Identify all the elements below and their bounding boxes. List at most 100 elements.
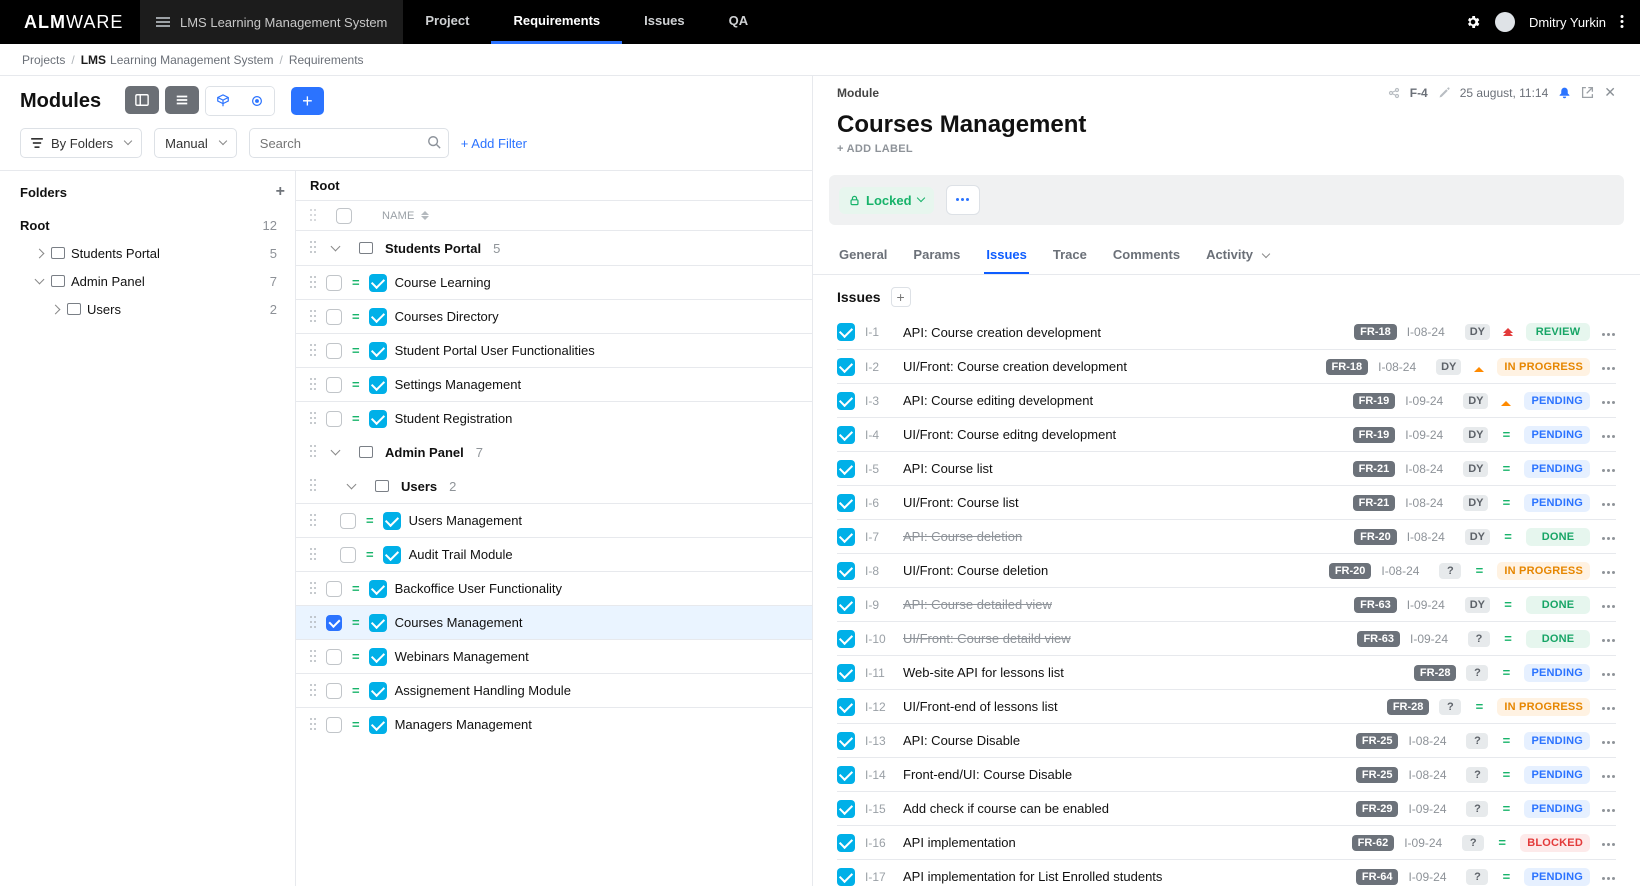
issue-assignee[interactable]: DY [1465, 529, 1490, 545]
issue-status[interactable]: PENDING [1524, 426, 1590, 444]
issue-more-button[interactable] [1602, 495, 1616, 510]
issue-row[interactable]: I-11Web-site API for lessons listFR-28?P… [837, 655, 1616, 689]
tree-row[interactable]: =Course Learning [296, 265, 812, 299]
issue-assignee[interactable]: DY [1463, 495, 1488, 511]
tab-comments[interactable]: Comments [1111, 237, 1182, 274]
issue-status[interactable]: DONE [1526, 630, 1590, 648]
issue-status[interactable]: IN PROGRESS [1497, 562, 1590, 580]
crumb-root[interactable]: Projects [22, 53, 65, 67]
issue-fr-chip[interactable]: FR-20 [1354, 529, 1397, 545]
tree-row[interactable]: =Student Registration [296, 401, 812, 435]
issue-more-button[interactable] [1602, 733, 1616, 748]
crumb-page[interactable]: Requirements [289, 53, 364, 67]
open-external-icon[interactable] [1581, 86, 1594, 99]
issue-fr-chip[interactable]: FR-25 [1356, 733, 1399, 749]
issue-status[interactable]: REVIEW [1526, 323, 1590, 341]
sidebar-item[interactable]: Admin Panel7 [20, 267, 285, 295]
drag-handle-icon[interactable] [310, 276, 316, 290]
issue-status[interactable]: PENDING [1524, 732, 1590, 750]
view-mode-select[interactable]: Manual [154, 128, 237, 158]
sort-icon[interactable] [421, 207, 429, 224]
pencil-icon[interactable] [1438, 87, 1450, 99]
issue-more-button[interactable] [1602, 461, 1616, 476]
issue-assignee[interactable]: ? [1439, 563, 1461, 579]
issue-more-button[interactable] [1602, 699, 1616, 714]
row-checkbox[interactable] [326, 411, 342, 427]
drag-handle-icon[interactable] [310, 582, 316, 596]
view-split-button[interactable] [125, 86, 159, 114]
tree-row[interactable]: =Users Management [296, 503, 812, 537]
issue-status[interactable]: PENDING [1524, 868, 1590, 886]
share-icon[interactable] [1388, 87, 1400, 99]
issue-more-button[interactable] [1602, 359, 1616, 374]
issue-fr-chip[interactable]: FR-19 [1353, 427, 1396, 443]
drag-handle-icon[interactable] [310, 684, 316, 698]
issue-more-button[interactable] [1602, 801, 1616, 816]
issue-status[interactable]: IN PROGRESS [1497, 698, 1590, 716]
issue-row[interactable]: I-6UI/Front: Course listFR-21I-08-24DYPE… [837, 485, 1616, 519]
select-all-checkbox[interactable] [336, 208, 352, 224]
tab-params[interactable]: Params [911, 237, 962, 274]
issue-status[interactable]: PENDING [1524, 460, 1590, 478]
issue-fr-chip[interactable]: FR-21 [1353, 495, 1396, 511]
close-icon[interactable]: ✕ [1604, 84, 1616, 101]
row-checkbox[interactable] [326, 343, 342, 359]
issue-status[interactable]: IN PROGRESS [1497, 358, 1590, 376]
issue-row[interactable]: I-3API: Course editing developmentFR-19I… [837, 383, 1616, 417]
crumb-project-sub[interactable]: Learning Management System [110, 53, 273, 67]
bell-icon[interactable] [1558, 86, 1571, 99]
row-checkbox[interactable] [326, 649, 342, 665]
logo[interactable]: ALMWARE [0, 12, 140, 33]
tab-activity[interactable]: Activity [1204, 237, 1271, 274]
sidebar-item[interactable]: Root12 [20, 211, 285, 239]
issue-fr-chip[interactable]: FR-21 [1353, 461, 1396, 477]
detail-more-button[interactable] [946, 185, 980, 215]
tree-row[interactable]: =Courses Management [296, 605, 812, 639]
issue-status[interactable]: PENDING [1524, 392, 1590, 410]
tree-row[interactable]: =Audit Trail Module [296, 537, 812, 571]
drag-handle-icon[interactable] [310, 616, 316, 630]
issue-fr-chip[interactable]: FR-62 [1352, 835, 1395, 851]
issue-row[interactable]: I-13API: Course DisableFR-25I-08-24?PEND… [837, 723, 1616, 757]
issue-assignee[interactable]: ? [1462, 835, 1484, 851]
tree-group[interactable]: Users2 [296, 469, 812, 503]
drag-handle-icon[interactable] [310, 650, 316, 664]
row-checkbox[interactable] [326, 717, 342, 733]
issue-fr-chip[interactable]: FR-18 [1326, 359, 1369, 375]
issue-fr-chip[interactable]: FR-28 [1414, 665, 1457, 681]
issue-fr-chip[interactable]: FR-25 [1356, 767, 1399, 783]
tree-row[interactable]: =Managers Management [296, 707, 812, 741]
issue-assignee[interactable]: DY [1463, 461, 1488, 477]
row-checkbox[interactable] [326, 581, 342, 597]
drag-handle-icon[interactable] [310, 514, 316, 528]
issue-fr-chip[interactable]: FR-28 [1387, 699, 1430, 715]
issue-row[interactable]: I-7API: Course deletionFR-20I-08-24DYDON… [837, 519, 1616, 553]
row-checkbox[interactable] [326, 377, 342, 393]
issue-assignee[interactable]: DY [1436, 359, 1461, 375]
tab-general[interactable]: General [837, 237, 889, 274]
sort-by-select[interactable]: By Folders [20, 128, 142, 158]
issue-status[interactable]: PENDING [1524, 494, 1590, 512]
user-name[interactable]: Dmitry Yurkin [1529, 15, 1606, 30]
issue-status[interactable]: PENDING [1524, 664, 1590, 682]
view-list-button[interactable] [165, 86, 199, 114]
drag-handle-icon[interactable] [310, 548, 316, 562]
row-checkbox[interactable] [326, 275, 342, 291]
issue-row[interactable]: I-15Add check if course can be enabledFR… [837, 791, 1616, 825]
add-issue-button[interactable]: + [891, 287, 911, 307]
tab-issues[interactable]: Issues [984, 237, 1028, 274]
issue-more-button[interactable] [1602, 529, 1616, 544]
add-label-button[interactable]: + ADD LABEL [837, 143, 1616, 155]
row-checkbox[interactable] [326, 683, 342, 699]
row-checkbox[interactable] [340, 513, 356, 529]
tree-row[interactable]: =Backoffice User Functionality [296, 571, 812, 605]
issue-assignee[interactable]: DY [1463, 427, 1488, 443]
issue-fr-chip[interactable]: FR-29 [1356, 801, 1399, 817]
issue-more-button[interactable] [1602, 665, 1616, 680]
tree-row[interactable]: =Courses Directory [296, 299, 812, 333]
sidebar-item[interactable]: Users2 [20, 295, 285, 323]
issue-row[interactable]: I-8UI/Front: Course deletionFR-20I-08-24… [837, 553, 1616, 587]
view-target-button[interactable] [240, 87, 274, 115]
issue-assignee[interactable]: ? [1468, 631, 1490, 647]
issue-status[interactable]: DONE [1526, 528, 1590, 546]
